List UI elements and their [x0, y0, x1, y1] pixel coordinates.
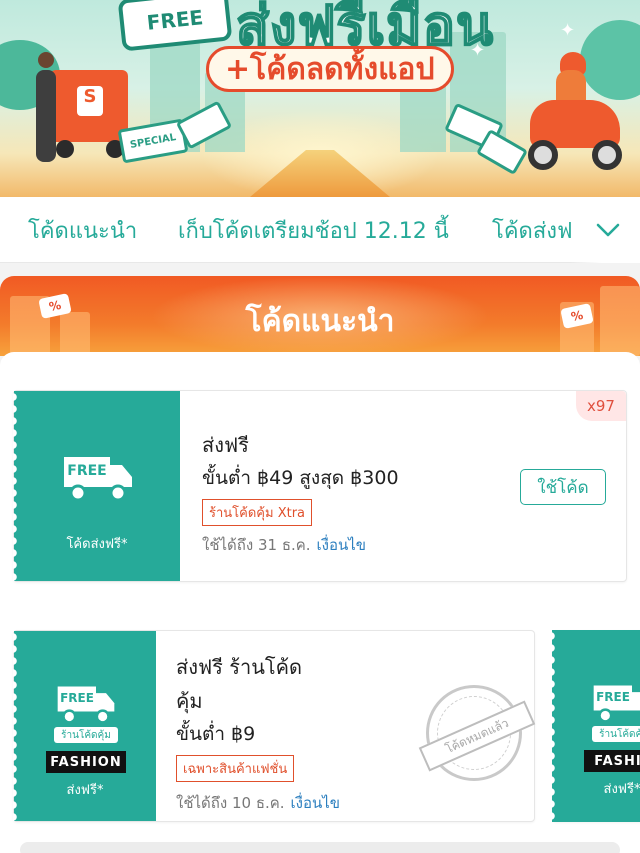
- fashion-brand-label: FASHIO: [584, 750, 640, 772]
- voucher-type-label: โค้ดส่งฟรี*: [66, 537, 128, 552]
- tab-collect-12-12[interactable]: เก็บโค้ดเตรียมช้อป 12.12 นี้: [178, 213, 449, 248]
- shopee-box-icon: [50, 70, 128, 142]
- scooter-illustration: [520, 52, 630, 170]
- voucher-validity: ใช้ได้ถึง 10 ธ.ค. เงื่อนไข: [176, 791, 340, 815]
- terms-link[interactable]: เงื่อนไข: [291, 794, 341, 812]
- voucher-tag: เฉพาะสินค้าแฟชั่น: [176, 755, 295, 782]
- banner-subtitle: +โค้ดลดทั้งแอป: [206, 46, 454, 92]
- voucher-title: ส่งฟรี ร้านโค้ด: [176, 655, 302, 679]
- voucher-title: ส่งฟรี: [202, 433, 249, 457]
- voucher-card[interactable]: FREE ร้านโค้ดคุ้ม FASHION ส่งฟรี* ส่งฟรี…: [13, 630, 536, 822]
- voucher-type-label: ส่งฟรี*: [66, 783, 104, 798]
- scooter-wheel: [528, 140, 558, 170]
- voucher-left-panel: FREE ร้านโค้ดคุ้ม FASHION ส่งฟรี*: [13, 631, 156, 821]
- section-header: % % โค้ดแนะนำ: [0, 276, 640, 356]
- voucher-left-panel: FREE โค้ดส่งฟรี*: [13, 391, 180, 581]
- validity-text: ใช้ได้ถึง 31 ธ.ค.: [202, 536, 311, 554]
- voucher-left-panel: FREE ร้านโค้ดคุ้ม FASHIO ส่งฟรี*: [551, 630, 640, 822]
- free-truck-icon: FREE: [62, 453, 134, 502]
- free-text: FREE: [67, 463, 107, 479]
- free-truck-icon: FREE: [592, 682, 640, 723]
- cart-wheel: [56, 140, 74, 158]
- voucher-type-label: ส่งฟรี*: [603, 782, 640, 797]
- tab-free-shipping[interactable]: โค้ดส่งฟ: [492, 213, 573, 248]
- voucher-condition: ขั้นต่ำ ฿49 สูงสุด ฿300: [202, 467, 399, 489]
- free-shipping-badge: FREE: [117, 0, 233, 52]
- voucher-card[interactable]: FREE โค้ดส่งฟรี* x97 ส่งฟรี ขั้นต่ำ ฿49 …: [13, 390, 627, 582]
- voucher-title-line2: คุ้ม: [176, 689, 203, 713]
- out-of-stock-text: โค้ดหมดแล้ว: [418, 700, 536, 772]
- courier-illustration: [36, 52, 56, 162]
- voucher-validity: ใช้ได้ถึง 31 ธ.ค. เงื่อนไข: [202, 533, 366, 557]
- free-truck-icon: FREE: [56, 683, 116, 724]
- tab-recommended[interactable]: โค้ดแนะนำ: [28, 213, 137, 248]
- chevron-down-icon[interactable]: [594, 216, 622, 244]
- quantity-badge: x97: [576, 391, 626, 421]
- shop-badge: ร้านโค้ดคุ้ม: [54, 727, 118, 743]
- scooter-wheel: [592, 140, 622, 170]
- out-of-stock-stamp: โค้ดหมดแล้ว: [418, 685, 536, 781]
- sparkle-icon: ✦: [470, 40, 486, 61]
- validity-text: ใช้ได้ถึง 10 ธ.ค.: [176, 794, 285, 812]
- promo-banner[interactable]: FREE ส่งฟรีเมื่อน* +โค้ดลดทั้งแอป ✦ ✦ SP…: [0, 0, 640, 197]
- free-text: FREE: [60, 691, 94, 705]
- sparkle-icon: ✦: [560, 20, 576, 41]
- shop-badge: ร้านโค้ดคุ้ม: [592, 726, 640, 742]
- use-code-button[interactable]: ใช้โค้ด: [520, 469, 606, 505]
- free-text: FREE: [596, 690, 630, 704]
- terms-link[interactable]: เงื่อนไข: [317, 536, 367, 554]
- voucher-card-partial[interactable]: FREE ร้านโค้ดคุ้ม FASHIO ส่งฟรี*: [551, 630, 640, 822]
- voucher-category-tabs: โค้ดแนะนำ เก็บโค้ดเตรียมช้อป 12.12 นี้ โ…: [0, 197, 640, 263]
- voucher-tag: ร้านโค้ดคุ้ม Xtra: [202, 499, 313, 526]
- fashion-brand-label: FASHION: [46, 751, 126, 773]
- ticket-edge: [551, 630, 559, 822]
- shopee-cart-illustration: [10, 58, 130, 158]
- section-title: โค้ดแนะนำ: [245, 304, 395, 339]
- voucher-condition: ขั้นต่ำ ฿9: [176, 723, 256, 745]
- bottom-scroll-indicator: [20, 842, 620, 853]
